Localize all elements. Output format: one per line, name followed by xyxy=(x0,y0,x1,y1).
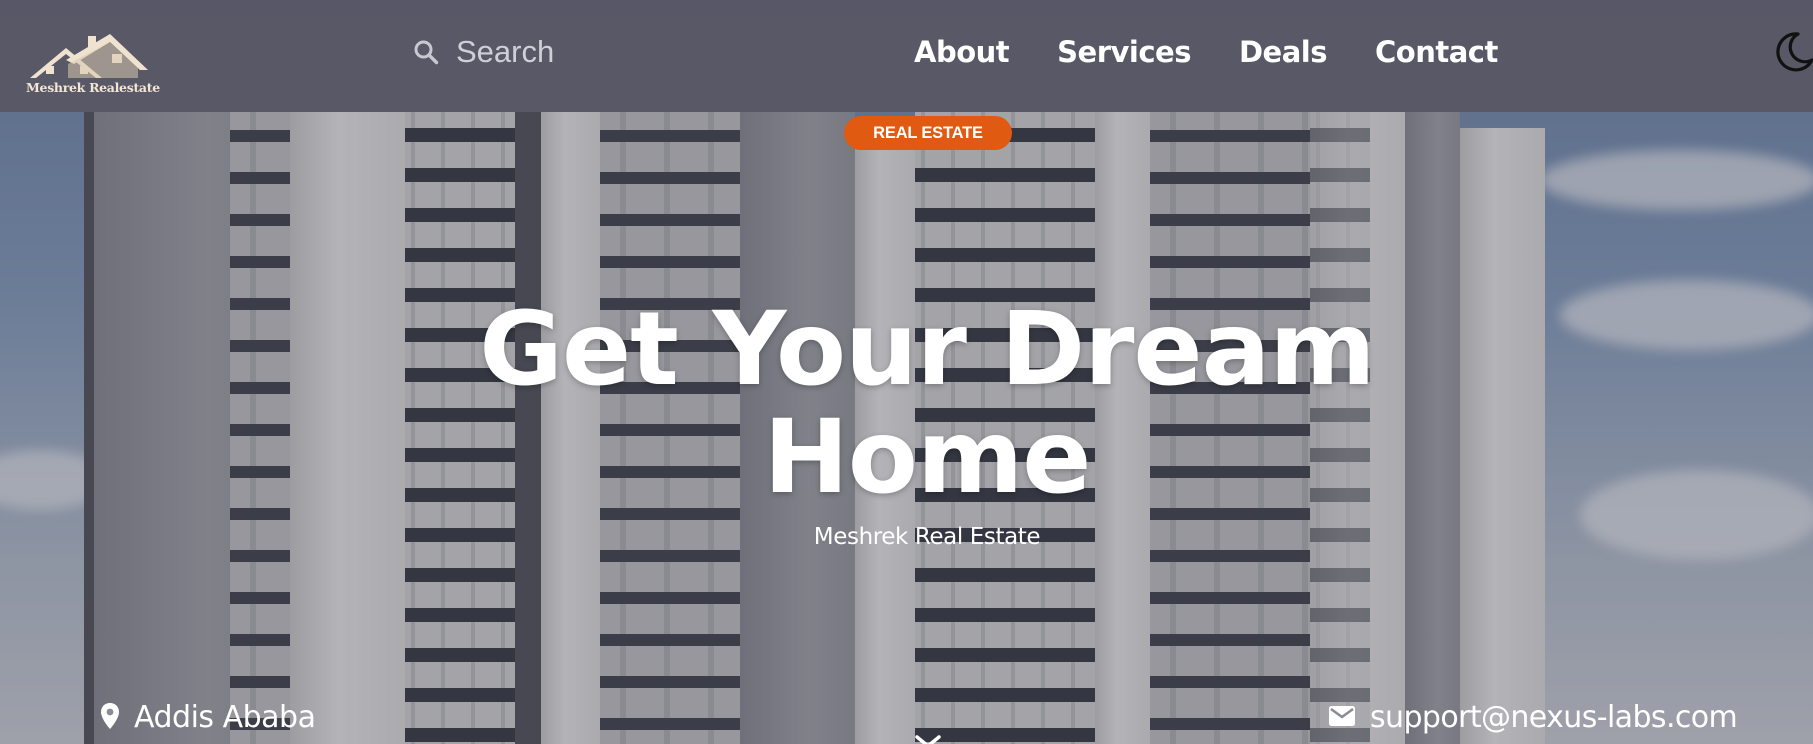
nav-link-services[interactable]: Services xyxy=(1057,28,1191,76)
location-info: Addis Ababa xyxy=(100,700,316,735)
category-badge: REAL ESTATE xyxy=(844,116,1012,150)
navbar: Meshrek Realestate About Services Deals … xyxy=(0,0,1813,112)
nav-link-deals[interactable]: Deals xyxy=(1239,28,1328,76)
search-bar[interactable] xyxy=(410,30,740,74)
house-roof-icon xyxy=(30,34,148,78)
chevron-down-icon[interactable] xyxy=(914,734,942,744)
main-nav: About Services Deals Contact xyxy=(914,28,1498,76)
brand-logo[interactable]: Meshrek Realestate xyxy=(26,30,160,100)
search-icon[interactable] xyxy=(410,36,442,68)
headline-line-2: Home xyxy=(763,398,1092,517)
moon-icon[interactable] xyxy=(1772,30,1813,74)
hero-headline: Get Your Dream Home xyxy=(400,296,1454,512)
hero-subtitle: Meshrek Real Estate xyxy=(813,524,1041,550)
contact-email-info: support@nexus-labs.com xyxy=(1328,700,1738,735)
nav-link-about[interactable]: About xyxy=(914,28,1010,76)
mail-icon xyxy=(1328,705,1356,731)
nav-link-contact[interactable]: Contact xyxy=(1375,28,1498,76)
location-text: Addis Ababa xyxy=(134,700,316,735)
headline-line-1: Get Your Dream xyxy=(479,290,1375,409)
search-input[interactable] xyxy=(456,34,716,70)
brand-name: Meshrek Realestate xyxy=(26,80,160,95)
contact-email-link[interactable]: support@nexus-labs.com xyxy=(1370,700,1738,735)
location-pin-icon xyxy=(100,702,120,734)
